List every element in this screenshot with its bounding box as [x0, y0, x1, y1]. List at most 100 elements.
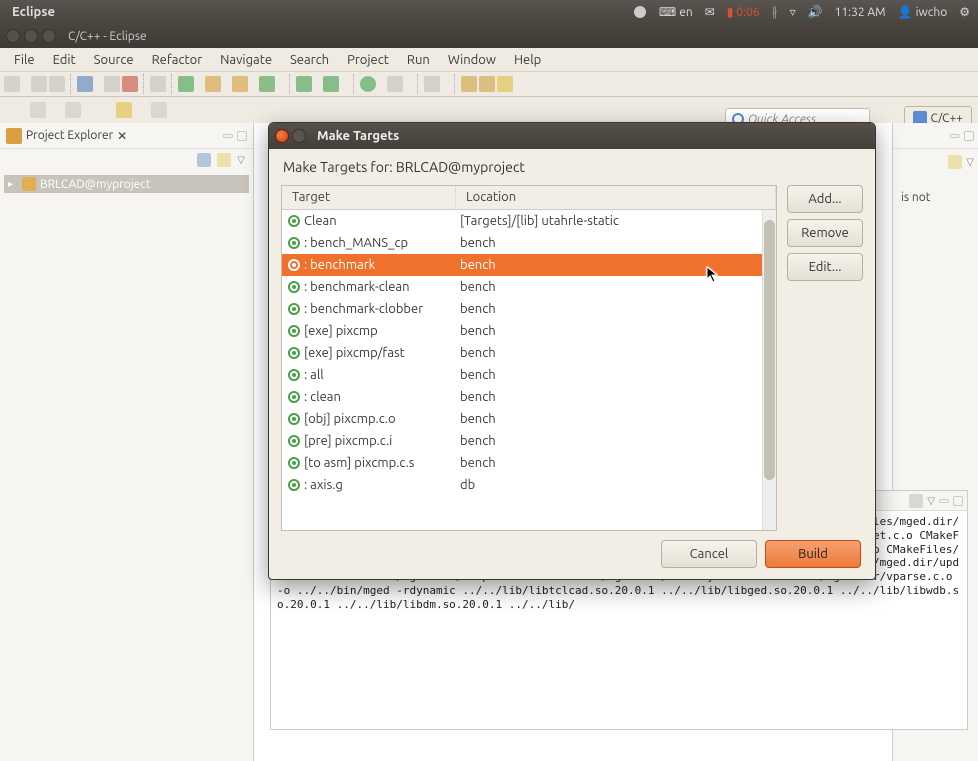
volume-icon[interactable]: 🔊 — [808, 5, 823, 19]
link-editor-icon[interactable] — [217, 153, 231, 167]
pin-icon[interactable] — [497, 76, 513, 92]
target-icon — [288, 347, 300, 359]
forward-icon[interactable] — [151, 102, 167, 118]
window-minimize-icon[interactable] — [24, 29, 38, 43]
new-icon[interactable] — [4, 76, 20, 92]
menu-run[interactable]: Run — [399, 51, 438, 69]
table-row[interactable]: [exe] pixcmpbench — [282, 320, 776, 342]
view-menu-icon[interactable]: ▽ — [927, 495, 935, 507]
view-menu-icon[interactable]: ▽ — [966, 156, 974, 168]
target-location: bench — [456, 434, 776, 448]
target-name: [exe] pixcmp — [304, 324, 378, 338]
table-row[interactable]: [exe] pixcmp/fastbench — [282, 342, 776, 364]
new-file-icon[interactable] — [232, 76, 248, 92]
table-row[interactable]: : benchmark-clobberbench — [282, 298, 776, 320]
build-icon[interactable] — [77, 76, 93, 92]
dialog-footer: Cancel Build — [269, 539, 875, 579]
make-target-icon[interactable] — [259, 76, 275, 92]
menu-source[interactable]: Source — [86, 51, 142, 69]
menu-project[interactable]: Project — [339, 51, 397, 69]
table-row[interactable]: [obj] pixcmp.c.obench — [282, 408, 776, 430]
console-icon[interactable] — [909, 494, 923, 508]
table-row[interactable]: : benchmarkbench — [282, 254, 776, 276]
minimize-view-icon[interactable] — [939, 499, 949, 503]
open-type-icon[interactable] — [150, 76, 166, 92]
debug-icon[interactable] — [296, 76, 312, 92]
system-topbar: Eclipse ⌨ en ✉ ▮ 0:06 ∦ ▿ 🔊 11:32 AM 👤 i… — [0, 0, 978, 24]
open-task-icon[interactable] — [461, 76, 477, 92]
new-folder-icon[interactable] — [205, 76, 221, 92]
menu-search[interactable]: Search — [282, 51, 337, 69]
save-icon[interactable] — [31, 76, 47, 92]
menu-refactor[interactable]: Refactor — [144, 51, 211, 69]
run-icon[interactable] — [323, 76, 339, 92]
keyboard-lang[interactable]: ⌨ en — [659, 5, 693, 19]
maximize-view-icon[interactable] — [964, 131, 974, 141]
targets-table: Target Location Clean[Targets]/[lib] uta… — [281, 185, 777, 531]
tray-indicator-icon[interactable] — [633, 5, 647, 19]
mail-icon[interactable]: ✉ — [705, 5, 715, 19]
run-last-icon[interactable] — [360, 76, 376, 92]
add-button[interactable]: Add... — [787, 185, 863, 213]
save-all-icon[interactable] — [49, 76, 65, 92]
window-maximize-icon[interactable] — [42, 29, 56, 43]
menu-navigate[interactable]: Navigate — [212, 51, 280, 69]
menu-help[interactable]: Help — [506, 51, 549, 69]
collapse-all-icon[interactable] — [197, 153, 211, 167]
table-row[interactable]: : axis.gdb — [282, 474, 776, 496]
new-class-icon[interactable] — [178, 76, 194, 92]
user-menu[interactable]: 👤 iwcho — [898, 5, 948, 19]
maximize-view-icon[interactable] — [237, 131, 247, 141]
ext-tools-icon[interactable] — [387, 76, 403, 92]
table-row[interactable]: : benchmark-cleanbench — [282, 276, 776, 298]
outline-icon[interactable] — [948, 155, 962, 169]
view-menu-icon[interactable]: ▽ — [237, 154, 245, 166]
col-location[interactable]: Location — [456, 186, 776, 209]
target-name: : benchmark-clean — [304, 280, 410, 294]
table-row[interactable]: : allbench — [282, 364, 776, 386]
bluetooth-icon[interactable]: ∦ — [772, 5, 778, 19]
window-close-icon[interactable] — [6, 29, 20, 43]
clock[interactable]: 11:32 AM — [835, 6, 886, 19]
make-targets-dialog: Make Targets Make Targets for: BRLCAD@my… — [268, 122, 876, 580]
dialog-minimize-icon[interactable] — [292, 129, 306, 143]
edit-button[interactable]: Edit... — [787, 253, 863, 281]
target-icon — [288, 237, 300, 249]
minimize-view-icon[interactable] — [223, 134, 233, 138]
table-scrollbar[interactable] — [762, 210, 776, 530]
build-button[interactable]: Build — [765, 540, 861, 568]
search-icon[interactable] — [424, 76, 440, 92]
folder-icon — [22, 177, 36, 191]
wifi-icon[interactable]: ▿ — [790, 5, 796, 19]
table-body[interactable]: Clean[Targets]/[lib] utahrle-static: ben… — [282, 210, 776, 530]
table-header: Target Location — [282, 186, 776, 210]
minimize-view-icon[interactable] — [950, 134, 960, 138]
prev-edit-icon[interactable] — [30, 102, 46, 118]
target-name: [obj] pixcmp.c.o — [304, 412, 396, 426]
back-icon[interactable] — [116, 102, 132, 118]
table-row[interactable]: [to asm] pixcmp.c.sbench — [282, 452, 776, 474]
menu-file[interactable]: File — [6, 51, 43, 69]
target-name: [to asm] pixcmp.c.s — [304, 456, 414, 470]
maximize-view-icon[interactable] — [953, 496, 963, 506]
table-row[interactable]: Clean[Targets]/[lib] utahrle-static — [282, 210, 776, 232]
table-row[interactable]: : bench_MANS_cpbench — [282, 232, 776, 254]
cancel-button[interactable]: Cancel — [661, 540, 757, 568]
target-icon — [288, 391, 300, 403]
target-location: bench — [456, 302, 776, 316]
gear-icon[interactable]: ⚙ — [959, 5, 970, 19]
table-row[interactable]: : cleanbench — [282, 386, 776, 408]
dialog-close-icon[interactable] — [275, 129, 289, 143]
tree-item-project[interactable]: ▸ BRLCAD@myproject — [4, 175, 249, 193]
next-edit-icon[interactable] — [65, 102, 81, 118]
build-all-icon[interactable] — [104, 76, 120, 92]
table-row[interactable]: [pre] pixcmp.c.ibench — [282, 430, 776, 452]
battery-indicator[interactable]: ▮ 0:06 — [727, 5, 760, 19]
open-element-icon[interactable] — [479, 76, 495, 92]
build-target-icon[interactable] — [122, 76, 138, 92]
remove-button[interactable]: Remove — [787, 219, 863, 247]
menu-edit[interactable]: Edit — [45, 51, 84, 69]
menu-window[interactable]: Window — [440, 51, 504, 69]
target-name: : benchmark — [304, 258, 375, 272]
col-target[interactable]: Target — [282, 186, 456, 209]
